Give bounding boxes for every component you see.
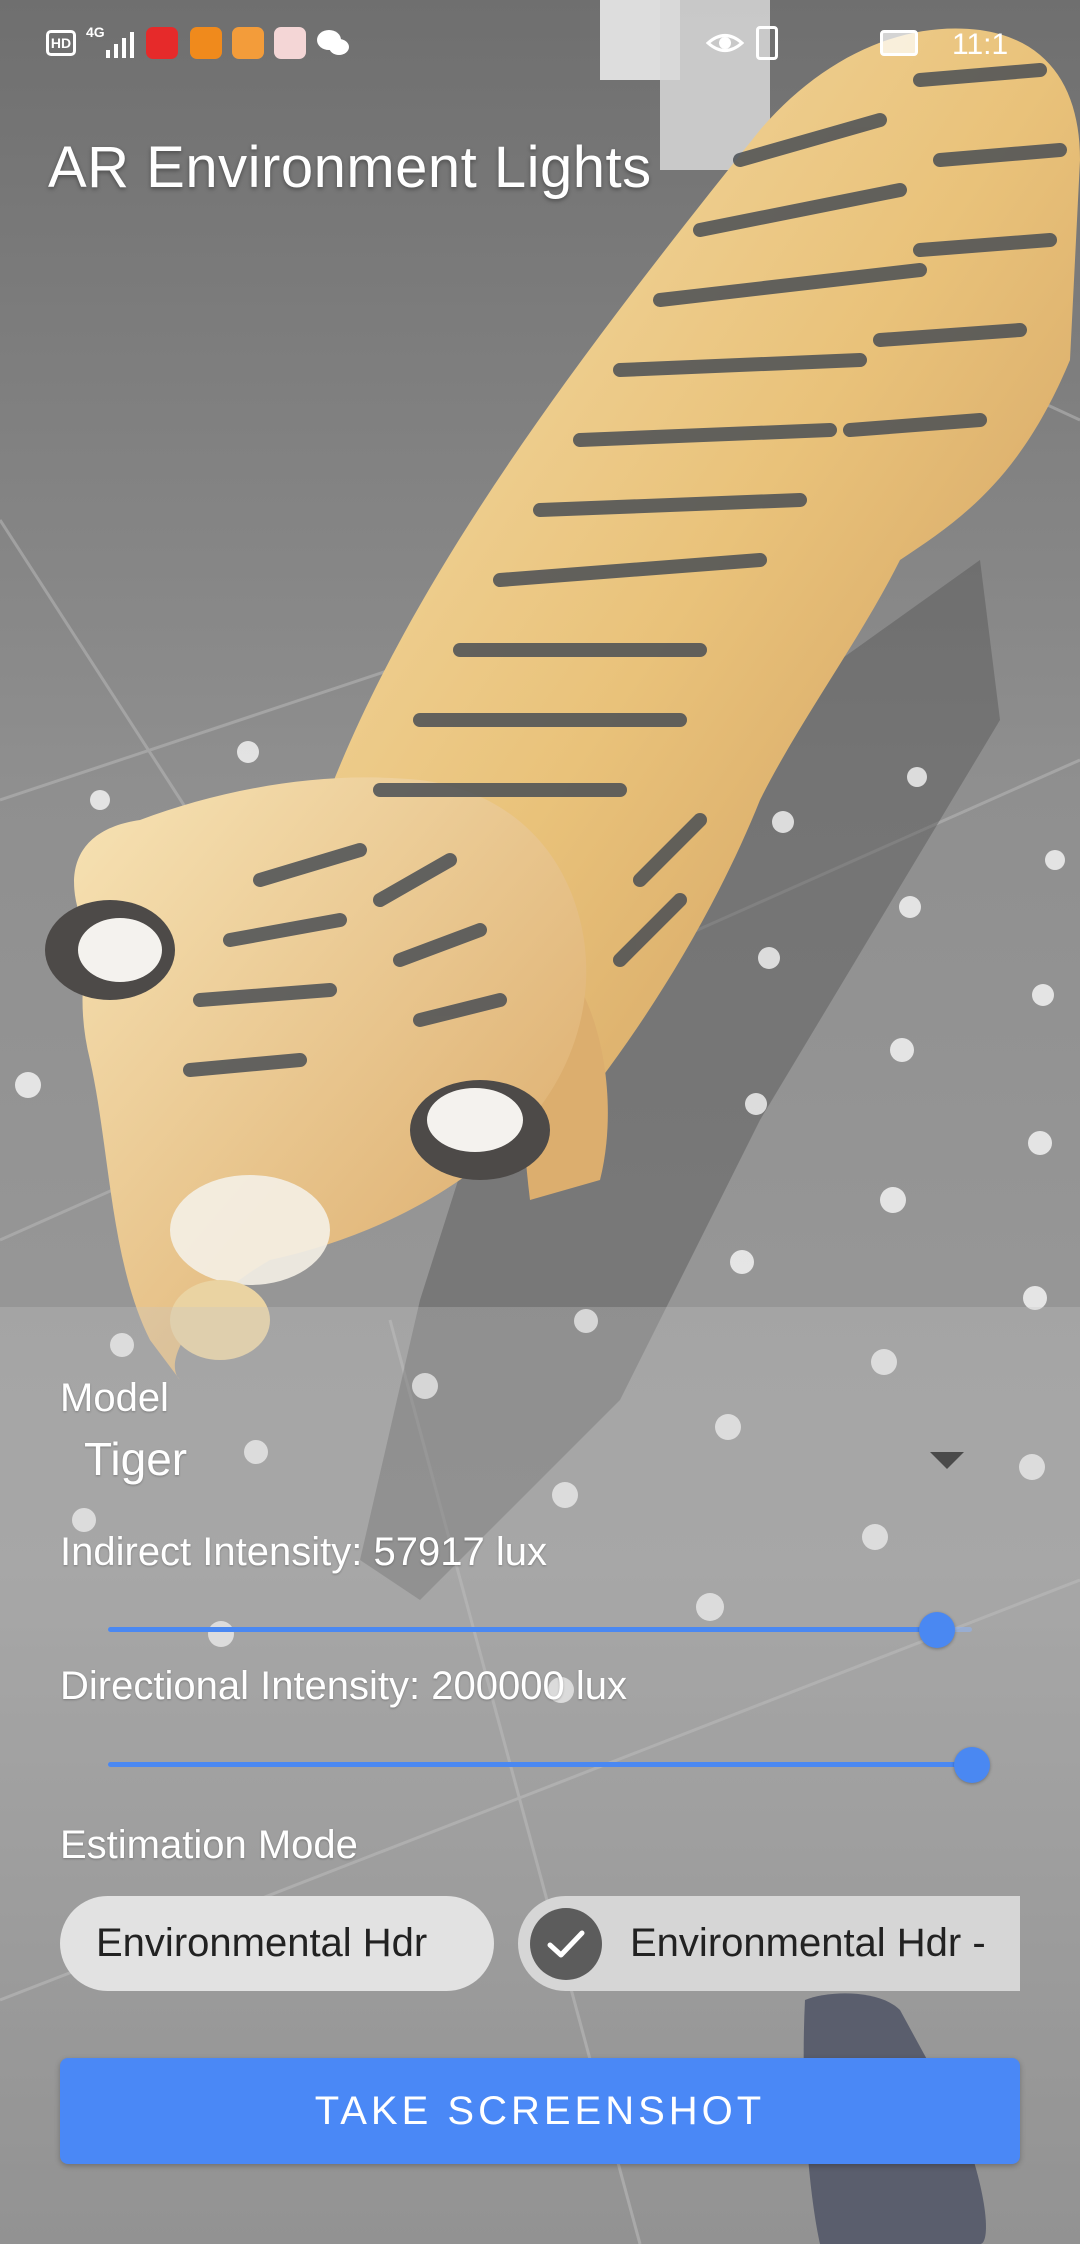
slider-thumb[interactable]	[954, 1747, 990, 1783]
video-app-icon	[146, 27, 178, 59]
box-app-icon	[274, 27, 306, 59]
chip-label: Environmental Hdr	[96, 1921, 428, 1965]
clock: 11:1	[952, 28, 1009, 61]
slider-track-active	[108, 1762, 972, 1767]
model-selected-value: Tiger	[84, 1433, 188, 1485]
directional-intensity-label: Directional Intensity: 200000 lux	[60, 1664, 627, 1708]
ar-screen: HD 4G 11:1 AR Environment Lights Model T…	[0, 0, 1080, 2244]
chip-label: Environmental Hdr -	[630, 1921, 986, 1965]
play-app-icon	[232, 27, 264, 59]
slider-track-active	[108, 1627, 937, 1632]
news-app-icon	[190, 27, 222, 59]
take-screenshot-button[interactable]: TAKE SCREENSHOT	[60, 2058, 1020, 2164]
chip-environmental-hdr[interactable]: Environmental Hdr	[60, 1896, 494, 1991]
status-bar: HD 4G 11:1	[0, 0, 1080, 86]
chip-environmental-hdr-selected[interactable]: Environmental Hdr -	[518, 1896, 1020, 1991]
estimation-mode-label: Estimation Mode	[60, 1823, 358, 1867]
network-type: 4G	[86, 24, 105, 40]
app-title: AR Environment Lights	[48, 135, 652, 200]
model-label: Model	[60, 1376, 169, 1420]
vibrate-icon	[756, 26, 778, 60]
check-icon	[530, 1907, 602, 1980]
indirect-intensity-label: Indirect Intensity: 57917 lux	[60, 1530, 547, 1574]
eye-comfort-icon	[705, 30, 745, 56]
indirect-intensity-slider[interactable]	[108, 1610, 972, 1650]
chevron-down-icon[interactable]	[930, 1452, 964, 1469]
model-dropdown[interactable]	[60, 1420, 980, 1500]
hd-icon: HD	[46, 30, 76, 56]
slider-thumb[interactable]	[919, 1612, 955, 1648]
wechat-icon	[316, 28, 350, 58]
battery-icon	[880, 30, 918, 56]
directional-intensity-slider[interactable]	[108, 1745, 990, 1785]
signal-icon	[106, 30, 136, 58]
